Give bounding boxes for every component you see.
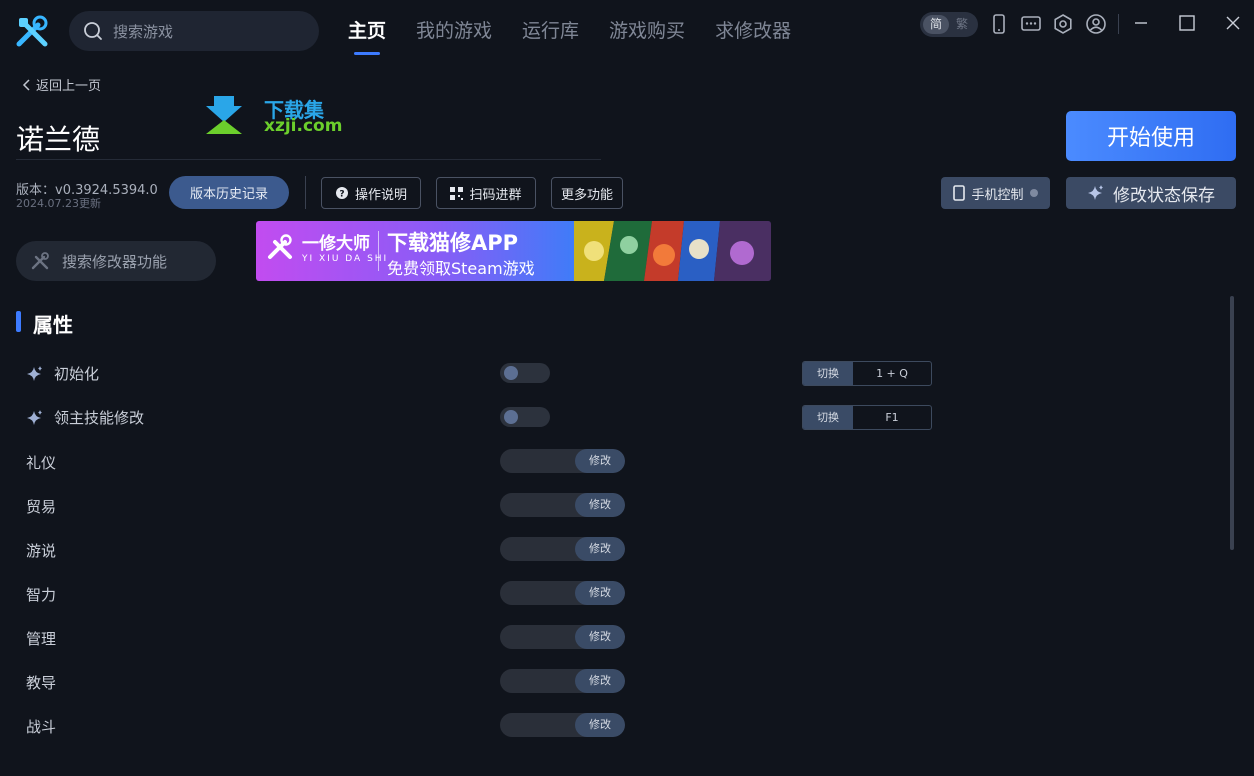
- more-features-button[interactable]: 更多功能: [551, 177, 623, 209]
- nav-request-trainer[interactable]: 求修改器: [715, 14, 791, 54]
- help-button[interactable]: ? 操作说明: [321, 177, 421, 209]
- attribute-label: 智力: [26, 586, 57, 604]
- title-divider: [16, 159, 601, 160]
- attribute-label: 贸易: [26, 498, 57, 516]
- main-nav: 主页 我的游戏 运行库 游戏购买 求修改器: [348, 14, 791, 55]
- switch-knob: [504, 410, 518, 424]
- hotkey-value: 1 + Q: [876, 367, 908, 380]
- attribute-input[interactable]: 修改: [500, 449, 625, 473]
- nav-buy-games[interactable]: 游戏购买: [609, 14, 685, 54]
- banner-game-art: [574, 221, 771, 281]
- search-icon: [84, 22, 102, 40]
- chevron-left-icon: [22, 78, 30, 91]
- save-state-button[interactable]: 修改状态保存: [1066, 177, 1236, 209]
- sparkle-icon: [1088, 185, 1103, 200]
- qr-group-button[interactable]: 扫码进群: [436, 177, 536, 209]
- modify-button[interactable]: 修改: [575, 625, 625, 649]
- section-title: 属性: [33, 313, 73, 337]
- app-logo-icon: [14, 14, 50, 50]
- banner-brand-sub: YI XIU DA SHI: [302, 254, 389, 264]
- scrollbar-thumb[interactable]: [1230, 296, 1234, 550]
- modify-button[interactable]: 修改: [575, 669, 625, 693]
- hotkey-label: 切换: [803, 406, 853, 429]
- banner-brand-name: 一修大师: [302, 234, 370, 254]
- modifier-search-placeholder: 搜索修改器功能: [62, 252, 168, 271]
- lang-traditional[interactable]: 繁: [949, 15, 975, 34]
- sparkle-icon: [27, 409, 42, 425]
- search-placeholder: 搜索游戏: [113, 22, 174, 41]
- qr-code-icon: [450, 186, 464, 200]
- tools-icon: [31, 252, 49, 270]
- phone-control-label: 手机控制: [971, 187, 1024, 203]
- attribute-input[interactable]: 修改: [500, 493, 625, 517]
- toggle-label: 初始化: [54, 365, 100, 383]
- message-icon[interactable]: [1020, 13, 1042, 35]
- switch-knob: [504, 366, 518, 380]
- modify-button[interactable]: 修改: [575, 537, 625, 561]
- start-button[interactable]: 开始使用: [1066, 111, 1236, 161]
- banner-divider: [378, 231, 379, 271]
- modifier-search-input[interactable]: 搜索修改器功能: [16, 241, 216, 281]
- promo-banner[interactable]: 一修大师 YI XIU DA SHI 下载猫修APP 免费领取Steam游戏: [256, 221, 771, 281]
- toolbar-divider: [1118, 14, 1119, 34]
- tablet-icon: [953, 185, 966, 201]
- init-hotkey[interactable]: 切换 1 + Q: [802, 361, 932, 386]
- attribute-input[interactable]: 修改: [500, 625, 625, 649]
- version-history-button[interactable]: 版本历史记录: [169, 176, 289, 209]
- qr-button-label: 扫码进群: [469, 187, 522, 203]
- watermark-url: xzji.com: [264, 116, 343, 136]
- attribute-label: 教导: [26, 674, 57, 692]
- game-search-input[interactable]: 搜索游戏: [69, 11, 319, 51]
- nav-runtime[interactable]: 运行库: [522, 14, 579, 54]
- modify-button[interactable]: 修改: [575, 493, 625, 517]
- back-link[interactable]: 返回上一页: [22, 75, 101, 94]
- attribute-label: 战斗: [26, 718, 57, 736]
- help-button-label: 操作说明: [354, 187, 407, 203]
- banner-brand: 一修大师 YI XIU DA SHI: [266, 229, 388, 264]
- banner-subtitle: 免费领取Steam游戏: [387, 259, 535, 278]
- section-accent-bar: [16, 311, 21, 332]
- nav-my-games[interactable]: 我的游戏: [416, 14, 492, 54]
- modify-button[interactable]: 修改: [575, 449, 625, 473]
- watermark-logo: 下载集 xzji.com: [206, 94, 346, 138]
- phone-control-button[interactable]: 手机控制: [941, 177, 1050, 209]
- status-dot: [1029, 189, 1038, 197]
- attribute-label: 游说: [26, 542, 57, 560]
- back-label: 返回上一页: [36, 79, 102, 94]
- brand-tools-icon: [268, 233, 292, 259]
- lord-skill-toggle-switch[interactable]: [500, 407, 550, 427]
- maximize-icon[interactable]: [1176, 12, 1198, 34]
- modify-button[interactable]: 修改: [575, 713, 625, 737]
- settings-icon[interactable]: [1052, 13, 1074, 35]
- init-toggle-switch[interactable]: [500, 363, 550, 383]
- game-title: 诺兰德: [16, 123, 101, 156]
- user-avatar-icon[interactable]: [1085, 13, 1107, 35]
- lang-simplified[interactable]: 简: [923, 15, 949, 34]
- close-icon[interactable]: [1222, 12, 1244, 34]
- banner-title: 下载猫修APP: [387, 231, 519, 255]
- minimize-icon[interactable]: [1130, 12, 1152, 34]
- help-icon: ?: [335, 187, 348, 200]
- attribute-input[interactable]: 修改: [500, 669, 625, 693]
- attribute-input[interactable]: 修改: [500, 581, 625, 605]
- hotkey-value: F1: [885, 411, 899, 424]
- version-date: 2024.07.23更新: [16, 197, 101, 210]
- svg-text:?: ?: [339, 190, 344, 200]
- mobile-icon[interactable]: [988, 13, 1010, 35]
- attribute-input[interactable]: 修改: [500, 537, 625, 561]
- toggle-row-label-lord-skill: 领主技能修改: [26, 407, 144, 428]
- attribute-input[interactable]: 修改: [500, 713, 625, 737]
- nav-home[interactable]: 主页: [348, 14, 386, 55]
- hotkey-label: 切换: [803, 362, 853, 385]
- modify-button[interactable]: 修改: [575, 581, 625, 605]
- attribute-label: 管理: [26, 630, 57, 648]
- sparkle-icon: [27, 365, 42, 381]
- attribute-label: 礼仪: [26, 454, 57, 472]
- toggle-label: 领主技能修改: [54, 409, 145, 427]
- toggle-row-label-init: 初始化: [26, 363, 99, 384]
- save-state-label: 修改状态保存: [1113, 185, 1215, 206]
- lord-skill-hotkey[interactable]: 切换 F1: [802, 405, 932, 430]
- toolbar-separator: [305, 176, 306, 209]
- language-toggle[interactable]: 简 繁: [920, 12, 978, 37]
